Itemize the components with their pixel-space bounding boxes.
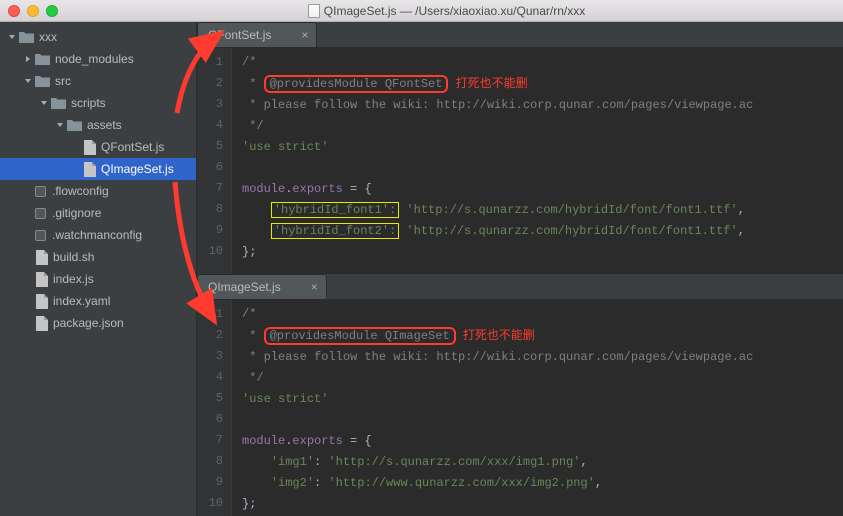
file-icon bbox=[35, 294, 48, 309]
file-icon bbox=[308, 4, 320, 18]
tree-item-label: build.sh bbox=[53, 250, 94, 264]
tab-label: QImageSet.js bbox=[208, 280, 281, 294]
tree-item-label: index.js bbox=[53, 272, 94, 286]
tree-item-label: node_modules bbox=[55, 52, 134, 66]
code-editor-2[interactable]: 12345678910 /* * @providesModule QImageS… bbox=[197, 300, 843, 516]
editor-pane-1: QFontSet.js × 12345678910 /* * @provides… bbox=[197, 22, 843, 274]
file-icon bbox=[35, 316, 48, 331]
tree-item-label: package.json bbox=[53, 316, 124, 330]
tree-item-label: src bbox=[55, 74, 71, 88]
tree-item-QImageSet-js[interactable]: QImageSet.js bbox=[0, 158, 196, 180]
editor-pane-2: QImageSet.js × 12345678910 /* * @provide… bbox=[197, 274, 843, 516]
zoom-window-button[interactable] bbox=[46, 5, 58, 17]
chevron-down-icon[interactable] bbox=[24, 77, 32, 85]
code-editor-1[interactable]: 12345678910 /* * @providesModule QFontSe… bbox=[197, 48, 843, 274]
tab-qfontset[interactable]: QFontSet.js × bbox=[197, 22, 317, 47]
folder-icon bbox=[35, 75, 50, 87]
folder-icon bbox=[51, 97, 66, 109]
file-tree-sidebar[interactable]: xxx node_modulessrcscripts assets QFontSet.… bbox=[0, 22, 197, 516]
dotfile-icon bbox=[35, 230, 46, 241]
tree-item-index-js[interactable]: index.js bbox=[0, 268, 196, 290]
tab-bar-2: QImageSet.js × bbox=[197, 274, 843, 300]
line-gutter: 12345678910 bbox=[197, 300, 232, 516]
file-icon bbox=[83, 140, 96, 155]
traffic-lights bbox=[8, 5, 58, 17]
tree-item--flowconfig[interactable]: .flowconfig bbox=[0, 180, 196, 202]
file-icon bbox=[35, 272, 48, 287]
chevron-down-icon[interactable] bbox=[56, 121, 64, 129]
tree-item-label: .watchmanconfig bbox=[52, 228, 142, 242]
close-tab-icon[interactable]: × bbox=[311, 280, 318, 294]
folder-icon bbox=[35, 53, 50, 65]
line-gutter: 12345678910 bbox=[197, 48, 232, 274]
file-icon bbox=[35, 250, 48, 265]
folder-icon bbox=[19, 31, 34, 43]
tree-item-scripts[interactable]: scripts bbox=[0, 92, 196, 114]
tree-item-label: .flowconfig bbox=[52, 184, 109, 198]
tree-item-QFontSet-js[interactable]: QFontSet.js bbox=[0, 136, 196, 158]
tree-item-node_modules[interactable]: node_modules bbox=[0, 48, 196, 70]
dotfile-icon bbox=[35, 186, 46, 197]
tree-item-label: scripts bbox=[71, 96, 106, 110]
dotfile-icon bbox=[35, 208, 46, 219]
chevron-down-icon[interactable] bbox=[40, 99, 48, 107]
tree-item-build-sh[interactable]: build.sh bbox=[0, 246, 196, 268]
tree-item-label: QFontSet.js bbox=[101, 140, 164, 154]
tree-item-label: assets bbox=[87, 118, 122, 132]
minimize-window-button[interactable] bbox=[27, 5, 39, 17]
tab-qimageset[interactable]: QImageSet.js × bbox=[197, 274, 327, 299]
file-icon bbox=[83, 162, 96, 177]
tree-item-label: .gitignore bbox=[52, 206, 101, 220]
code-content[interactable]: /* * @providesModule QFontSet 打死也不能删 * p… bbox=[232, 48, 843, 274]
tree-item--gitignore[interactable]: .gitignore bbox=[0, 202, 196, 224]
window-title-text: QImageSet.js — /Users/xiaoxiao.xu/Qunar/… bbox=[324, 4, 585, 18]
tree-item-label: QImageSet.js bbox=[101, 162, 174, 176]
close-window-button[interactable] bbox=[8, 5, 20, 17]
chevron-down-icon[interactable] bbox=[8, 33, 16, 41]
tree-item-label: index.yaml bbox=[53, 294, 110, 308]
tree-item-package-json[interactable]: package.json bbox=[0, 312, 196, 334]
code-content[interactable]: /* * @providesModule QImageSet 打死也不能删 * … bbox=[232, 300, 843, 516]
tree-item-xxx[interactable]: xxx bbox=[0, 26, 196, 48]
tree-item-index-yaml[interactable]: index.yaml bbox=[0, 290, 196, 312]
tree-item--watchmanconfig[interactable]: .watchmanconfig bbox=[0, 224, 196, 246]
tree-item-label: xxx bbox=[39, 30, 57, 44]
window-titlebar: QImageSet.js — /Users/xiaoxiao.xu/Qunar/… bbox=[0, 0, 843, 22]
tree-item-assets[interactable]: assets bbox=[0, 114, 196, 136]
tree-item-src[interactable]: src bbox=[0, 70, 196, 92]
close-tab-icon[interactable]: × bbox=[301, 28, 308, 42]
window-title: QImageSet.js — /Users/xiaoxiao.xu/Qunar/… bbox=[58, 4, 835, 18]
tab-bar-1: QFontSet.js × bbox=[197, 22, 843, 48]
chevron-right-icon[interactable] bbox=[24, 55, 32, 63]
tab-label: QFontSet.js bbox=[208, 28, 271, 42]
folder-icon bbox=[67, 119, 82, 131]
